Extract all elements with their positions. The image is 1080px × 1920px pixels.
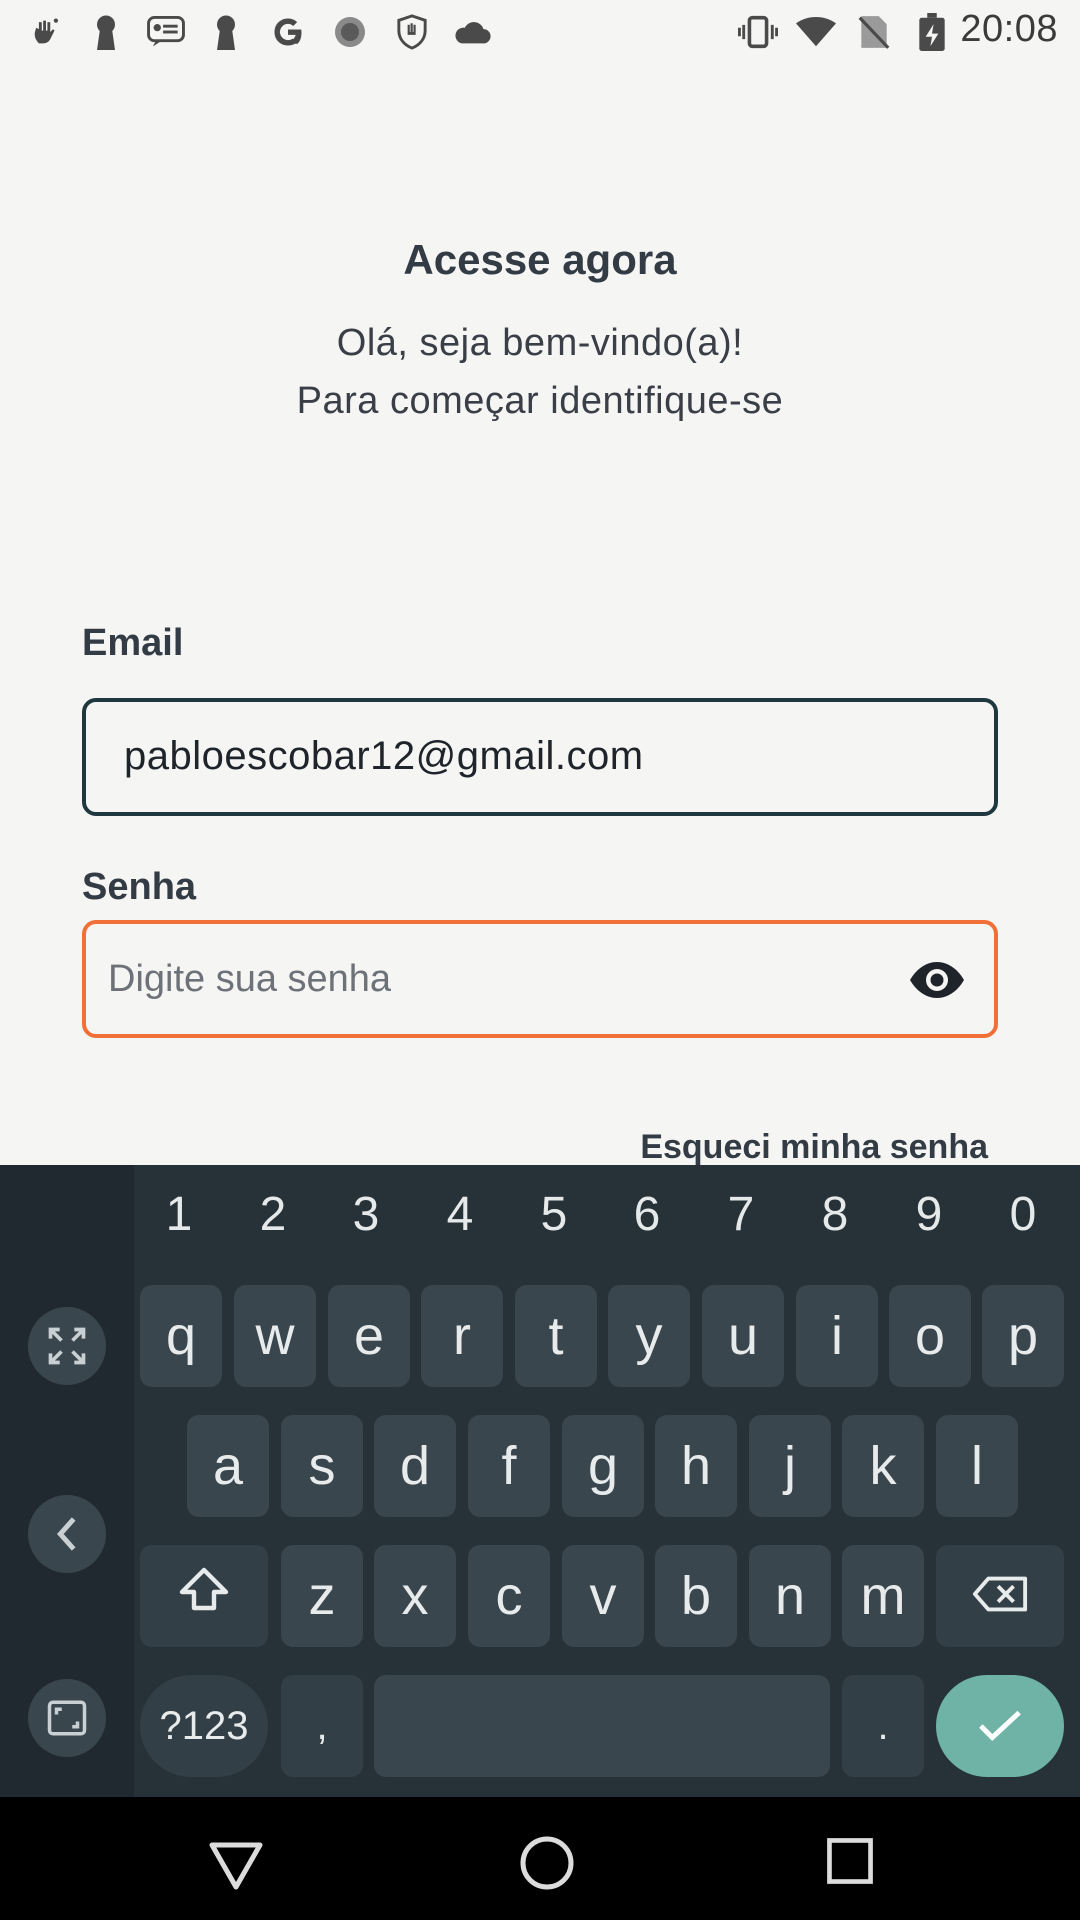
- resize-keyboard-icon[interactable]: [28, 1679, 106, 1757]
- period-key[interactable]: .: [842, 1675, 924, 1777]
- space-key[interactable]: [374, 1675, 830, 1777]
- show-password-eye-icon[interactable]: [908, 960, 966, 1000]
- key-z[interactable]: z: [281, 1545, 363, 1647]
- backspace-key[interactable]: [936, 1545, 1064, 1647]
- key-s[interactable]: s: [281, 1415, 363, 1517]
- keyboard-side-panel: [0, 1165, 134, 1797]
- welcome-text: Olá, seja bem-vindo(a)!: [336, 322, 744, 364]
- key-l[interactable]: l: [936, 1415, 1018, 1517]
- key-b[interactable]: b: [655, 1545, 737, 1647]
- key-e[interactable]: e: [328, 1285, 410, 1387]
- comma-key[interactable]: ,: [281, 1675, 363, 1777]
- key-y[interactable]: y: [608, 1285, 690, 1387]
- key-0[interactable]: 0: [993, 1187, 1053, 1242]
- record-icon: [330, 12, 370, 52]
- key-4[interactable]: 4: [430, 1187, 490, 1242]
- key-h[interactable]: h: [655, 1415, 737, 1517]
- key-q[interactable]: q: [140, 1285, 222, 1387]
- keyhole-icon: [206, 12, 246, 52]
- soft-keyboard: 1 2 3 4 5 6 7 8 9 0 q w e r t y u i o p …: [0, 1165, 1080, 1797]
- backspace-icon: [971, 1565, 1029, 1627]
- key-j[interactable]: j: [749, 1415, 831, 1517]
- google-icon: [268, 12, 308, 52]
- status-bar: 20:08: [0, 0, 1080, 64]
- status-time: 20:08: [960, 8, 1058, 50]
- key-g[interactable]: g: [562, 1415, 644, 1517]
- battery-charging-icon: [912, 12, 952, 52]
- chevron-left-icon[interactable]: [28, 1495, 106, 1573]
- key-u[interactable]: u: [702, 1285, 784, 1387]
- email-field[interactable]: pabloescobar12@gmail.com: [82, 698, 998, 816]
- shield-hand-icon: [392, 12, 432, 52]
- key-d[interactable]: d: [374, 1415, 456, 1517]
- key-c[interactable]: c: [468, 1545, 550, 1647]
- key-n[interactable]: n: [749, 1545, 831, 1647]
- keyhole-icon: [86, 12, 126, 52]
- key-a[interactable]: a: [187, 1415, 269, 1517]
- vibrate-icon: [738, 12, 778, 52]
- key-f[interactable]: f: [468, 1415, 550, 1517]
- symbols-key[interactable]: ?123: [140, 1675, 268, 1777]
- expand-icon[interactable]: [28, 1307, 106, 1385]
- key-i[interactable]: i: [796, 1285, 878, 1387]
- shift-arrow-icon: [178, 1565, 230, 1627]
- recents-square-icon[interactable]: [822, 1833, 882, 1893]
- navigation-bar: [0, 1797, 1080, 1920]
- key-8[interactable]: 8: [805, 1187, 865, 1242]
- key-p[interactable]: p: [982, 1285, 1064, 1387]
- email-value: pabloescobar12@gmail.com: [124, 734, 644, 778]
- key-r[interactable]: r: [421, 1285, 503, 1387]
- page-title: Acesse agora: [403, 236, 677, 283]
- key-5[interactable]: 5: [524, 1187, 584, 1242]
- key-9[interactable]: 9: [899, 1187, 959, 1242]
- no-sim-icon: [854, 12, 894, 52]
- key-v[interactable]: v: [562, 1545, 644, 1647]
- key-x[interactable]: x: [374, 1545, 456, 1647]
- key-o[interactable]: o: [889, 1285, 971, 1387]
- chat-card-icon: [146, 12, 186, 52]
- back-triangle-icon[interactable]: [206, 1833, 266, 1893]
- key-3[interactable]: 3: [336, 1187, 396, 1242]
- key-7[interactable]: 7: [711, 1187, 771, 1242]
- check-icon: [977, 1695, 1023, 1757]
- home-circle-icon[interactable]: [517, 1833, 577, 1893]
- key-w[interactable]: w: [234, 1285, 316, 1387]
- cloud-icon: [452, 12, 492, 52]
- password-placeholder: Digite sua senha: [108, 958, 392, 1000]
- enter-key[interactable]: [936, 1675, 1064, 1777]
- key-m[interactable]: m: [842, 1545, 924, 1647]
- key-2[interactable]: 2: [243, 1187, 303, 1242]
- email-label: Email: [82, 622, 184, 664]
- key-6[interactable]: 6: [617, 1187, 677, 1242]
- key-t[interactable]: t: [515, 1285, 597, 1387]
- hand-sparkle-icon: [26, 12, 66, 52]
- password-field[interactable]: Digite sua senha: [82, 920, 998, 1038]
- key-1[interactable]: 1: [149, 1187, 209, 1242]
- forgot-password-link[interactable]: Esqueci minha senha: [640, 1128, 988, 1167]
- password-label: Senha: [82, 866, 197, 908]
- shift-key[interactable]: [140, 1545, 268, 1647]
- instruction-text: Para começar identifique-se: [296, 380, 784, 422]
- key-k[interactable]: k: [842, 1415, 924, 1517]
- wifi-icon: [796, 12, 836, 52]
